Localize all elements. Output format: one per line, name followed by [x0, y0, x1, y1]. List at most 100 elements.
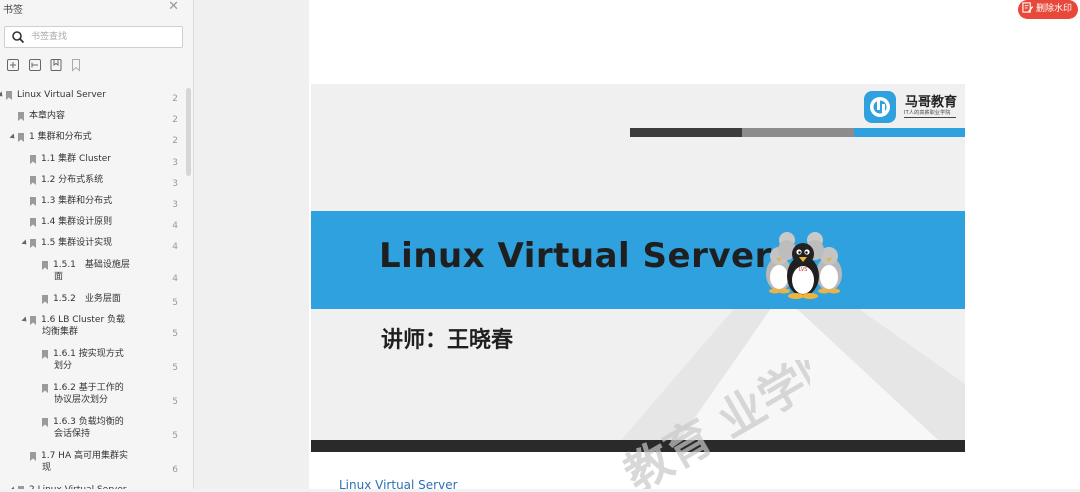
- bookmark-page-number: 3: [172, 178, 178, 189]
- bookmark-item[interactable]: 1.6.3 负载均衡的 会话保持 5: [0, 416, 182, 441]
- bookmark-icon: [30, 175, 36, 185]
- search-icon: [12, 31, 25, 44]
- bookmark-icon: [6, 91, 12, 100]
- bookmark-label-continued: 协议层次划分: [54, 394, 109, 405]
- expand-arrow-icon[interactable]: [21, 239, 29, 247]
- bookmark-page-number: 5: [172, 430, 178, 441]
- bookmark-icon: [42, 349, 48, 359]
- bookmark-item[interactable]: 1.5.1 基础设施层面 4: [0, 259, 182, 284]
- bookmark-label-continued: 会话保持: [54, 428, 91, 439]
- sidebar-title: 书签: [3, 5, 23, 16]
- header-bar-gray: [742, 128, 854, 137]
- slide-image: 马哥教育 IT人的高薪职业学院 Linux Virtual Server LVS…: [311, 84, 965, 452]
- bookmark-icon: [30, 239, 36, 249]
- bookmark-page-number: 3: [172, 157, 178, 168]
- bookmark-page-number: 4: [172, 221, 178, 232]
- sidebar-scrollbar[interactable]: [186, 86, 192, 489]
- collapse-all-icon[interactable]: [28, 58, 42, 72]
- bookmark-icon: [30, 315, 36, 325]
- instructor-name: 讲师：王晓春: [381, 328, 514, 353]
- remove-watermark-label: 删除水印: [1035, 4, 1072, 14]
- bookmark-icon: [30, 154, 36, 164]
- bookmark-page-number: 6: [172, 464, 178, 475]
- bookmark-icon: [42, 383, 48, 393]
- bookmark-icon: [42, 417, 48, 427]
- bookmark-label: 1.1 集群 Cluster: [41, 153, 111, 164]
- bookmark-item[interactable]: 本章内容 2: [0, 110, 182, 125]
- bookmark-item[interactable]: 1.7 HA 高可用集群实现 6: [0, 450, 182, 475]
- bookmark-label: 1.5 集群设计实现: [41, 238, 113, 249]
- penguins-illustration: LVS: [766, 232, 842, 299]
- bookmark-item[interactable]: 1.5 集群设计实现 4: [0, 237, 182, 252]
- bookmark-label: 1.5.2 业务层面: [53, 293, 121, 304]
- bookmark-label: 1.4 集群设计原则: [41, 217, 113, 228]
- slide-title: Linux Virtual Server: [379, 236, 772, 276]
- logo-subtitle: IT人的高薪职业学院: [904, 110, 951, 116]
- bookmark-label: 2 Linux Virtual Server: [29, 484, 126, 489]
- close-icon[interactable]: ✕: [168, 0, 179, 14]
- bookmark-label: 1.6.2 基于工作的: [53, 382, 124, 393]
- bookmark-search-box[interactable]: [4, 26, 183, 48]
- slide-footer-bar: [311, 440, 965, 452]
- logo-name: 马哥教育: [905, 95, 958, 110]
- next-section-heading[interactable]: Linux Virtual Server: [339, 478, 458, 492]
- sidebar-header: 书签 ✕: [0, 0, 193, 18]
- bookmark-item[interactable]: 1.2 分布式系统 3: [0, 174, 182, 189]
- add-bookmark-icon[interactable]: [49, 58, 63, 72]
- bookmark-label: 1.6.3 负载均衡的: [53, 416, 124, 427]
- expand-arrow-icon[interactable]: [21, 316, 29, 324]
- logo-icon: [864, 91, 896, 123]
- bookmark-icon: [30, 197, 36, 206]
- bookmark-item[interactable]: Linux Virtual Server 2: [0, 89, 182, 104]
- bookmark-page-number: 5: [172, 297, 178, 308]
- expand-all-icon[interactable]: [6, 58, 20, 72]
- bookmark-page-number: 2: [172, 115, 178, 126]
- bookmark-sidebar: 书签 ✕ Linux Virtual Server 2 本章内容 2 1 集群和分布式 2…: [0, 0, 194, 489]
- bookmark-label-continued: 均衡集群: [42, 326, 79, 337]
- header-bar-blue: [854, 128, 965, 137]
- bookmark-item[interactable]: 1.3 集群和分布式 3: [0, 195, 182, 210]
- penguin-lvs-label: LVS: [799, 267, 808, 273]
- bookmark-page-number: 4: [172, 242, 178, 253]
- bookmark-item[interactable]: 1 集群和分布式 2: [0, 131, 182, 146]
- bookmark-search-input[interactable]: [31, 30, 179, 44]
- bookmark-label-continued: 面: [54, 271, 64, 282]
- bookmark-icon: [30, 218, 36, 228]
- bookmark-icon: [18, 133, 24, 143]
- bookmark-item[interactable]: 1.1 集群 Cluster 3: [0, 153, 182, 168]
- bookmark-outline-icon[interactable]: [69, 58, 83, 72]
- bookmark-label: 1.2 分布式系统: [41, 174, 104, 185]
- bookmark-label: 本章内容: [29, 111, 66, 122]
- bookmark-item[interactable]: 2 Linux Virtual Server: [0, 484, 182, 489]
- bookmark-page-number: 5: [172, 396, 178, 407]
- remove-watermark-button[interactable]: 删除水印: [1017, 0, 1078, 19]
- scroll-thumb[interactable]: [186, 88, 191, 176]
- expand-arrow-icon[interactable]: [0, 91, 5, 99]
- bookmark-icon: [30, 451, 36, 461]
- bookmark-item[interactable]: 1.6.1 按实现方式 划分 5: [0, 348, 182, 373]
- bookmark-label: 1.7 HA 高可用集群实: [41, 450, 128, 461]
- logo-underline: [904, 117, 956, 118]
- bookmark-item[interactable]: 1.4 集群设计原则 4: [0, 216, 182, 231]
- bookmark-tree: Linux Virtual Server 2 本章内容 2 1 集群和分布式 2 1.1 集…: [0, 86, 186, 489]
- bookmark-label-continued: 现: [42, 462, 52, 473]
- bookmark-label: 1.5.1 基础设施层: [53, 259, 130, 270]
- bookmark-page-number: 2: [172, 136, 178, 147]
- bookmark-item[interactable]: 1.5.2 业务层面 5: [0, 293, 182, 308]
- bookmark-icon: [42, 260, 48, 270]
- header-bar-dark: [630, 128, 742, 137]
- bookmark-icon: [42, 294, 48, 304]
- bookmark-item[interactable]: 1.6 LB Cluster 负载 均衡集群 5: [0, 314, 182, 339]
- bookmark-item[interactable]: 1.6.2 基于工作的 协议层次划分 5: [0, 382, 182, 407]
- bookmark-label: 1 集群和分布式: [29, 132, 92, 143]
- bookmark-icon: [18, 112, 24, 122]
- bookmark-page-number: 3: [172, 200, 178, 210]
- bookmark-label: 1.3 集群和分布式: [41, 196, 113, 206]
- expand-arrow-icon[interactable]: [9, 133, 17, 141]
- bookmark-page-number: 2: [172, 94, 178, 104]
- bookmark-page-number: 4: [172, 273, 178, 284]
- remove-watermark-icon: [1022, 2, 1033, 13]
- bookmark-page-number: 5: [172, 362, 178, 373]
- bookmark-label-continued: 划分: [54, 360, 73, 371]
- bookmark-label: Linux Virtual Server: [17, 90, 106, 100]
